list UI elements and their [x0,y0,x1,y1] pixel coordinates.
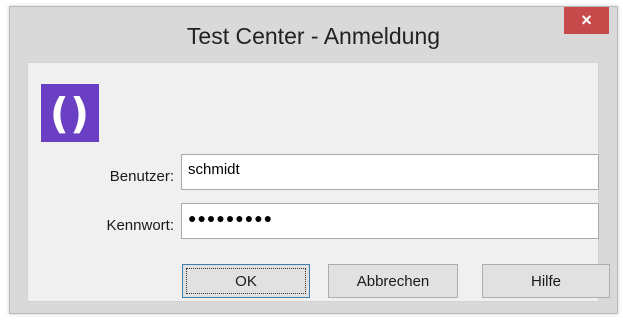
window-title: Test Center - Anmeldung [186,23,441,49]
title-bar[interactable]: Test Center - Anmeldung × [10,7,617,62]
password-field[interactable]: ●●●●●●●●● [181,203,599,239]
username-field[interactable]: schmidt [181,154,599,190]
cancel-button-label: Abbrechen [356,272,430,290]
app-logo-glyph: () [49,88,91,138]
ok-button[interactable]: OK [182,264,310,298]
login-dialog-window: Test Center - Anmeldung × () Benutzer: s… [9,6,618,314]
help-button[interactable]: Hilfe [482,264,610,298]
close-button[interactable]: × [564,7,609,34]
username-label: Benutzer: [109,168,174,185]
dialog-client-area: () Benutzer: schmidt Kennwort: ●●●●●●●●●… [27,62,610,302]
cancel-button[interactable]: Abbrechen [328,264,458,298]
focus-ring [186,268,306,294]
app-logo-icon: () [41,84,99,142]
close-icon: × [581,10,592,30]
help-button-label: Hilfe [530,272,561,290]
password-label: Kennwort: [106,217,174,234]
